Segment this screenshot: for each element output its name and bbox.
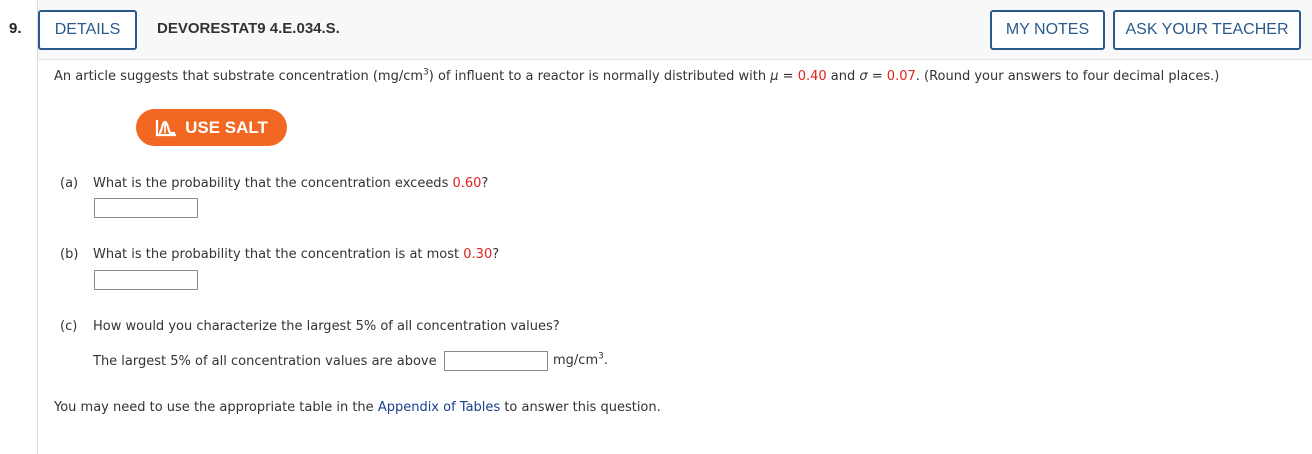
part-c-answer-input[interactable] — [444, 351, 548, 371]
part-a-answer-input[interactable] — [94, 198, 198, 218]
intro-text-2: ) of influent to a reactor is normally d… — [428, 69, 771, 84]
part-a-label: (a) — [60, 176, 79, 191]
equals-sign: = — [778, 69, 798, 84]
unit-text: mg/cm — [553, 353, 599, 368]
question-body: An article suggests that substrate conce… — [39, 60, 1312, 454]
part-a-end: ? — [481, 176, 489, 191]
sigma-value: 0.07 — [886, 69, 916, 84]
unit-end: . — [603, 353, 608, 368]
sigma-symbol: σ — [859, 69, 868, 84]
my-notes-button[interactable]: MY NOTES — [990, 10, 1105, 50]
part-b-label: (b) — [60, 247, 79, 262]
part-a-text: What is the probability that the concent… — [93, 176, 453, 191]
question-header: DETAILS DEVORESTAT9 4.E.034.S. MY NOTES … — [38, 0, 1312, 60]
part-b-text: What is the probability that the concent… — [93, 247, 464, 262]
use-salt-label: USE SALT — [185, 117, 268, 137]
details-button[interactable]: DETAILS — [38, 10, 137, 50]
mu-symbol: μ — [770, 69, 779, 84]
equals-sign: = — [867, 69, 887, 84]
part-c-unit: mg/cm3. — [553, 352, 608, 368]
part-c-question: How would you characterize the largest 5… — [93, 319, 560, 334]
part-a-value: 0.60 — [452, 176, 482, 191]
question-number: 9. — [9, 20, 22, 37]
use-salt-button[interactable]: USE SALT — [136, 109, 287, 146]
intro-text: An article suggests that substrate conce… — [54, 69, 424, 84]
intro-text-3: . (Round your answers to four decimal pl… — [915, 69, 1220, 84]
part-b-end: ? — [492, 247, 500, 262]
part-c-label: (c) — [60, 319, 78, 334]
part-b-answer-input[interactable] — [94, 270, 198, 290]
question-intro: An article suggests that substrate conce… — [54, 68, 1220, 84]
part-b-question: What is the probability that the concent… — [93, 247, 499, 262]
ask-teacher-button[interactable]: ASK YOUR TEACHER — [1113, 10, 1301, 50]
part-a-question: What is the probability that the concent… — [93, 176, 488, 191]
appendix-tables-link[interactable]: Appendix of Tables — [378, 400, 500, 415]
salt-chart-icon — [155, 119, 177, 137]
footer-text: You may need to use the appropriate tabl… — [54, 400, 378, 415]
part-b-value: 0.30 — [463, 247, 493, 262]
part-c-statement: The largest 5% of all concentration valu… — [93, 354, 437, 369]
and-text: and — [826, 69, 860, 84]
footer-text-2: to answer this question. — [500, 400, 661, 415]
mu-value: 0.40 — [797, 69, 827, 84]
question-id: DEVORESTAT9 4.E.034.S. — [157, 20, 340, 37]
question-number-column: 9. — [0, 0, 38, 454]
footer-note: You may need to use the appropriate tabl… — [54, 400, 661, 415]
